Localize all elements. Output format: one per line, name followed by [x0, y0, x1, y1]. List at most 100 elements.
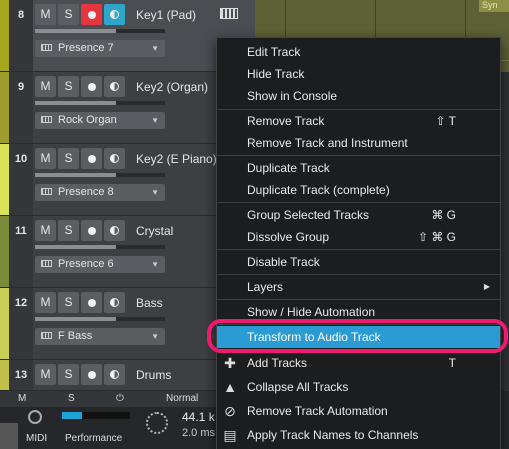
- mute-button[interactable]: M: [35, 220, 56, 241]
- instrument-preset-select[interactable]: Presence 8 ▼: [35, 184, 165, 201]
- track-name[interactable]: Crystal: [136, 224, 173, 238]
- dropdown-caret-icon: ▼: [151, 332, 159, 341]
- shortcut-label: ⌘ G: [431, 208, 456, 222]
- volume-fader[interactable]: [35, 317, 165, 321]
- instrument-preset-select[interactable]: Presence 7 ▼: [35, 40, 165, 57]
- track-name[interactable]: Bass: [136, 296, 163, 310]
- submenu-arrow-icon: ▶: [483, 282, 490, 291]
- monitor-button[interactable]: [104, 220, 125, 241]
- keyboard-icon: [41, 44, 52, 51]
- menu-item-show-in-console[interactable]: Show in Console: [217, 85, 500, 107]
- instrument-keyboard-icon[interactable]: [220, 8, 238, 19]
- menu-separator: [217, 155, 500, 156]
- menu-item-collapse-all-tracks[interactable]: ▲ Collapse All Tracks: [217, 376, 500, 398]
- monitor-button[interactable]: [104, 364, 125, 385]
- dropdown-caret-icon: ▼: [151, 44, 159, 53]
- mute-button[interactable]: M: [35, 292, 56, 313]
- track-number: 12: [14, 297, 28, 309]
- track-name[interactable]: Key1 (Pad): [136, 8, 196, 22]
- monitor-button[interactable]: [104, 148, 125, 169]
- solo-button[interactable]: S: [58, 364, 79, 385]
- record-arm-button[interactable]: [81, 148, 102, 169]
- shortcut-label: ⇧ T: [435, 114, 456, 128]
- keyboard-icon: [41, 116, 52, 123]
- shortcut-label: T: [448, 356, 456, 370]
- mute-button[interactable]: M: [35, 4, 56, 25]
- mute-button[interactable]: M: [35, 76, 56, 97]
- monitor-icon: [110, 10, 119, 20]
- menu-item-remove-track-automation[interactable]: ⊘ Remove Track Automation: [217, 400, 500, 422]
- track-color-strip: [0, 360, 9, 390]
- track-color-strip: [0, 144, 9, 215]
- volume-fader[interactable]: [35, 29, 165, 33]
- monitor-icon: [110, 298, 119, 308]
- collapse-triangle-icon: ▲: [223, 379, 237, 395]
- power-icon[interactable]: ⏻: [116, 393, 124, 404]
- track-name[interactable]: Key2 (Organ): [136, 80, 208, 94]
- track-name[interactable]: Key2 (E Piano): [136, 152, 217, 166]
- dropdown-caret-icon: ▼: [151, 116, 159, 125]
- mute-button[interactable]: M: [35, 364, 56, 385]
- event-clip-label[interactable]: Syn: [479, 0, 509, 12]
- performance-label: Performance: [65, 433, 123, 444]
- track-context-menu: Edit Track Hide Track Show in Console Re…: [216, 37, 501, 449]
- menu-item-remove-track[interactable]: Remove Track ⇧ T: [217, 110, 500, 132]
- menu-item-duplicate-track-complete[interactable]: Duplicate Track (complete): [217, 179, 500, 201]
- record-icon: [87, 82, 96, 91]
- keyboard-icon: [41, 332, 52, 339]
- mute-button[interactable]: M: [35, 148, 56, 169]
- solo-button[interactable]: S: [58, 76, 79, 97]
- menu-item-disable-track[interactable]: Disable Track: [217, 251, 500, 273]
- menu-item-hide-track[interactable]: Hide Track: [217, 63, 500, 85]
- instrument-preset-select[interactable]: F Bass ▼: [35, 328, 165, 345]
- track-name[interactable]: Drums: [136, 368, 171, 382]
- record-icon: [87, 154, 96, 163]
- menu-item-add-tracks[interactable]: ✚ Add Tracks T: [217, 352, 500, 374]
- menu-item-remove-track-and-instrument[interactable]: Remove Track and Instrument: [217, 132, 500, 154]
- footer-mute-all-button[interactable]: M: [18, 393, 26, 404]
- record-icon: [87, 10, 96, 19]
- instrument-preset-select[interactable]: Rock Organ ▼: [35, 112, 165, 129]
- solo-button[interactable]: S: [58, 4, 79, 25]
- record-arm-button[interactable]: [81, 292, 102, 313]
- solo-button[interactable]: S: [58, 292, 79, 313]
- track-number: 10: [14, 153, 28, 165]
- menu-item-dissolve-group[interactable]: Dissolve Group ⇧ ⌘ G: [217, 226, 500, 248]
- track-number: 8: [17, 9, 25, 21]
- dropdown-caret-icon: ▼: [151, 260, 159, 269]
- automation-remove-icon: ⊘: [224, 403, 236, 419]
- record-arm-button[interactable]: [81, 364, 102, 385]
- track-number: 9: [17, 81, 25, 93]
- plus-icon: ✚: [224, 355, 236, 371]
- monitor-button[interactable]: [104, 4, 125, 25]
- volume-fader[interactable]: [35, 173, 165, 177]
- menu-item-edit-track[interactable]: Edit Track: [217, 41, 500, 63]
- solo-button[interactable]: S: [58, 220, 79, 241]
- midi-label: MIDI: [26, 433, 48, 444]
- sample-rate[interactable]: 44.1 k: [182, 410, 215, 424]
- monitor-button[interactable]: [104, 292, 125, 313]
- record-arm-button[interactable]: [81, 4, 102, 25]
- track-color-strip: [0, 216, 9, 287]
- mode-select[interactable]: Normal: [166, 393, 198, 404]
- performance-meter[interactable]: [62, 412, 130, 419]
- monitor-icon: [110, 226, 119, 236]
- menu-item-duplicate-track[interactable]: Duplicate Track: [217, 157, 500, 179]
- solo-button[interactable]: S: [58, 148, 79, 169]
- menu-item-apply-track-names-to-channels[interactable]: ▤ Apply Track Names to Channels: [217, 424, 500, 446]
- menu-item-group-selected-tracks[interactable]: Group Selected Tracks ⌘ G: [217, 204, 500, 226]
- midi-icon[interactable]: [28, 410, 42, 424]
- record-arm-button[interactable]: [81, 220, 102, 241]
- monitor-icon: [110, 370, 119, 380]
- record-arm-button[interactable]: [81, 76, 102, 97]
- sync-spinner-icon: [146, 412, 168, 434]
- instrument-preset-select[interactable]: Presence 6 ▼: [35, 256, 165, 273]
- volume-fader[interactable]: [35, 245, 165, 249]
- keyboard-icon: [41, 260, 52, 267]
- menu-item-layers[interactable]: Layers ▶: [217, 276, 500, 298]
- monitor-icon: [110, 82, 119, 92]
- monitor-button[interactable]: [104, 76, 125, 97]
- record-icon: [87, 298, 96, 307]
- volume-fader[interactable]: [35, 101, 165, 105]
- footer-solo-all-button[interactable]: S: [68, 393, 75, 404]
